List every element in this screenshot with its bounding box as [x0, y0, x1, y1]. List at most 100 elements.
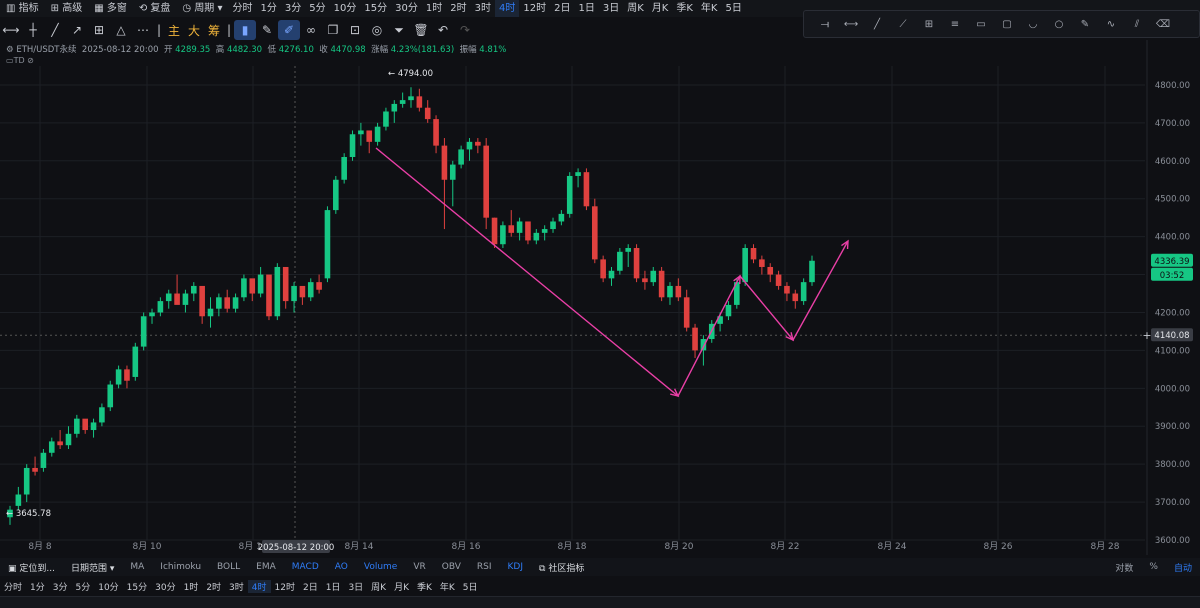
bottom-interval-10[interactable]: 4时 — [247, 579, 271, 593]
trash-icon[interactable]: 🗑 — [410, 20, 432, 40]
copy-icon[interactable]: ❐ — [322, 20, 344, 40]
interval-15[interactable]: 周K — [623, 0, 648, 17]
bottom-interval-0[interactable]: 分时 — [0, 580, 26, 593]
bottom-interval-7[interactable]: 1时 — [180, 580, 203, 593]
bottom-interval-1[interactable]: 1分 — [26, 580, 49, 593]
log-toggle[interactable]: 对数 — [1107, 561, 1141, 574]
locate-button[interactable]: ▣ 定位到... — [0, 561, 63, 574]
percent-toggle[interactable]: % — [1141, 562, 1166, 572]
trend-line-icon[interactable]: ⟋ — [890, 12, 916, 36]
community-button[interactable]: ⧉ 社区指标 — [531, 561, 592, 574]
bottom-interval-11[interactable]: 12时 — [271, 580, 299, 593]
indicator-boll[interactable]: BOLL — [209, 562, 248, 572]
ruler-icon[interactable]: ✎ — [256, 20, 278, 40]
interval-0[interactable]: 分时 — [229, 0, 257, 17]
interval-17[interactable]: 季K — [672, 0, 697, 17]
interval-8[interactable]: 2时 — [446, 0, 470, 17]
parallel-icon[interactable]: ≡ — [942, 12, 968, 36]
indicator-macd[interactable]: MACD — [284, 562, 327, 572]
interval-11[interactable]: 12时 — [519, 0, 550, 17]
interval-4[interactable]: 10分 — [330, 0, 361, 17]
interval-13[interactable]: 1日 — [574, 0, 598, 17]
indicator-ema[interactable]: EMA — [248, 562, 284, 572]
interval-7[interactable]: 1时 — [422, 0, 446, 17]
filter-icon[interactable]: ⏷ — [388, 20, 410, 40]
bottom-interval-8[interactable]: 2时 — [202, 580, 225, 593]
horizontal-line-icon[interactable]: ⟷ — [0, 20, 22, 40]
interval-19[interactable]: 5日 — [721, 0, 745, 17]
interval-5[interactable]: 15分 — [360, 0, 391, 17]
replay-button[interactable]: ⟲ 复盘 — [133, 0, 177, 17]
interval-6[interactable]: 30分 — [391, 0, 422, 17]
interval-18[interactable]: 年K — [697, 0, 722, 17]
interval-12[interactable]: 2日 — [550, 0, 574, 17]
brush-icon[interactable]: ⫽ — [1124, 12, 1150, 36]
bottom-interval-13[interactable]: 1日 — [322, 580, 345, 593]
lock-icon[interactable]: ⊡ — [344, 20, 366, 40]
indicator-kdj[interactable]: KDJ — [500, 562, 532, 572]
bottom-interval-18[interactable]: 年K — [436, 580, 459, 593]
link-icon[interactable]: ∞ — [300, 20, 322, 40]
undo-icon[interactable]: ↶ — [432, 20, 454, 40]
hide-icon[interactable]: ⊘ — [27, 56, 34, 65]
segment-icon[interactable]: ⟷ — [838, 12, 864, 36]
cross-line-icon[interactable]: ┼ — [22, 20, 44, 40]
bottom-interval-15[interactable]: 周K — [367, 580, 390, 593]
big-button[interactable]: 大 — [184, 20, 204, 40]
price-chart[interactable]: 3600.00 3700.00 3800.00 3900.00 4000.00 4100.… — [0, 40, 1200, 555]
indicator-volume[interactable]: Volume — [356, 562, 405, 572]
add-icon[interactable]: ⊞ — [916, 12, 942, 36]
period-button[interactable]: ◷ 周期 ▾ — [176, 0, 228, 17]
indicator-rsi[interactable]: RSI — [469, 562, 500, 572]
eye-icon[interactable]: ◎ — [366, 20, 388, 40]
more-icon[interactable]: ⋯ — [132, 20, 154, 40]
interval-9[interactable]: 3时 — [471, 0, 495, 17]
circle-icon[interactable]: ○ — [1046, 12, 1072, 36]
arrow-line-icon[interactable]: ↗ — [66, 20, 88, 40]
bookmark-icon[interactable]: ▮ — [234, 20, 256, 40]
indicator-ao[interactable]: AO — [327, 562, 356, 572]
pen-draw-icon[interactable]: ✐ — [278, 20, 300, 40]
bottom-interval-19[interactable]: 5日 — [459, 580, 482, 593]
interval-16[interactable]: 月K — [648, 0, 673, 17]
horizontal-ray-icon[interactable]: ⟞ — [812, 12, 838, 36]
bottom-interval-17[interactable]: 季K — [413, 580, 436, 593]
bottom-interval-5[interactable]: 15分 — [123, 580, 151, 593]
interval-14[interactable]: 3日 — [599, 0, 623, 17]
chip-button[interactable]: 筹 — [204, 20, 224, 40]
bottom-interval-6[interactable]: 30分 — [151, 580, 179, 593]
indicator-button[interactable]: ▥ 指标 — [0, 0, 45, 17]
add-box-icon[interactable]: ⊞ — [88, 20, 110, 40]
triangle-icon[interactable]: △ — [110, 20, 132, 40]
indicator-ichimoku[interactable]: Ichimoku — [152, 562, 209, 572]
interval-1[interactable]: 1分 — [257, 0, 281, 17]
advanced-button[interactable]: ⊞ 高级 — [45, 0, 89, 17]
auto-toggle[interactable]: 自动 — [1166, 561, 1200, 574]
date-range-button[interactable]: 日期范围 ▾ — [63, 561, 122, 574]
wave-icon[interactable]: ∿ — [1098, 12, 1124, 36]
rounded-rect-icon[interactable]: ▢ — [994, 12, 1020, 36]
pen-icon[interactable]: ✎ — [1072, 12, 1098, 36]
bottom-interval-4[interactable]: 10分 — [94, 580, 122, 593]
bottom-interval-2[interactable]: 3分 — [49, 580, 72, 593]
bottom-interval-16[interactable]: 月K — [390, 580, 413, 593]
settings-icon[interactable]: ⚙ — [6, 45, 16, 55]
rectangle-icon[interactable]: ▭ — [968, 12, 994, 36]
indicator-obv[interactable]: OBV — [434, 562, 469, 572]
indicator-ma[interactable]: MA — [122, 562, 152, 572]
interval-3[interactable]: 5分 — [305, 0, 329, 17]
eraser-icon[interactable]: ⌫ — [1150, 12, 1176, 36]
bottom-interval-9[interactable]: 3时 — [225, 580, 248, 593]
bottom-interval-3[interactable]: 5分 — [71, 580, 94, 593]
indicator-vr[interactable]: VR — [405, 562, 433, 572]
arc-icon[interactable]: ◡ — [1020, 12, 1046, 36]
main-button[interactable]: 主 — [164, 20, 184, 40]
line-icon[interactable]: ╱ — [864, 12, 890, 36]
redo-icon[interactable]: ↷ — [454, 20, 476, 40]
multi-window-button[interactable]: ▦ 多窗 — [88, 0, 133, 17]
bottom-interval-12[interactable]: 2日 — [299, 580, 322, 593]
diagonal-line-icon[interactable]: ╱ — [44, 20, 66, 40]
interval-10[interactable]: 4时 — [494, 0, 520, 17]
bottom-interval-14[interactable]: 3日 — [344, 580, 367, 593]
interval-2[interactable]: 3分 — [281, 0, 305, 17]
